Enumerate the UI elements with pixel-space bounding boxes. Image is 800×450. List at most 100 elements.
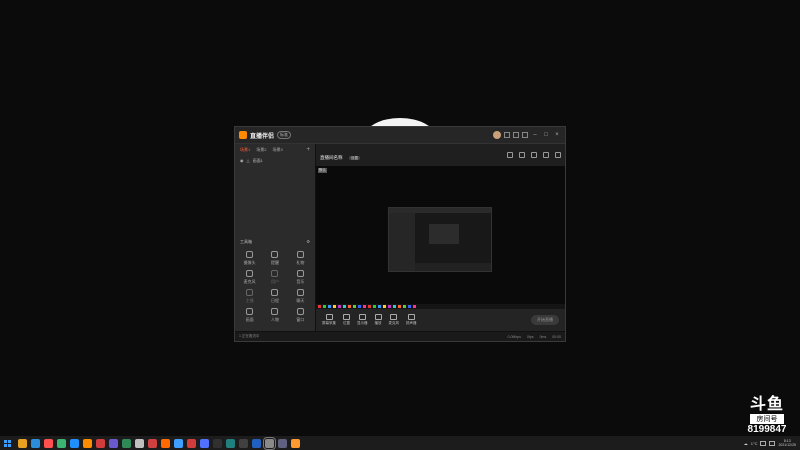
taskbar-app-icon[interactable] (226, 438, 235, 448)
tool-chat[interactable]: 聊天 (289, 289, 312, 304)
network-icon[interactable] (760, 440, 767, 446)
tool-bell[interactable]: 提醒 (263, 251, 286, 266)
taskbar: ☁ 1°C 8:13 2021/12/25 (0, 436, 800, 450)
tool-window[interactable]: 窗口 (289, 308, 312, 323)
toolbox-settings-icon[interactable]: ⚙ (306, 239, 310, 245)
taskbar-app-icon[interactable] (70, 438, 79, 448)
bell-icon[interactable] (543, 152, 549, 158)
version-dropdown[interactable]: 标准 (277, 131, 292, 139)
maximize-button[interactable]: □ (542, 132, 550, 138)
status-bar: 1 正在推流中 0.0Mbps 0fps 0ms 00:00 (235, 331, 565, 341)
calendar-icon (271, 289, 279, 296)
monitor-button[interactable]: 显示器 (357, 314, 368, 326)
tool-label: 主播 (245, 298, 254, 303)
tool-label: 用户 (270, 279, 279, 284)
tool-screen[interactable]: 画面 (238, 308, 261, 323)
avatar[interactable] (493, 131, 501, 139)
windows-start-icon[interactable] (4, 439, 11, 447)
taskbar-app-icon[interactable] (263, 436, 276, 450)
settings-icon[interactable] (504, 132, 510, 138)
share-icon[interactable] (555, 152, 561, 158)
tool-gift[interactable]: 礼物 (289, 251, 312, 266)
taskbar-app-icon[interactable] (44, 438, 53, 448)
minimize-button[interactable]: – (531, 132, 539, 138)
tool-camera[interactable]: 摄像头 (238, 251, 261, 266)
taskbar-app-icon[interactable] (291, 438, 300, 448)
add-scene-button[interactable]: + (306, 147, 310, 153)
taskbar-app-icon[interactable] (109, 438, 118, 448)
watermark-room-number: 8199847 (747, 424, 787, 435)
record-icon[interactable] (507, 152, 513, 158)
lock-icon[interactable] (519, 152, 525, 158)
left-panel: 场景1 场景2 场景3 + ◉ △ 画面1 工具箱 ⚙ 摄像头 提醒 礼物 麦克… (235, 144, 316, 331)
main-panel: 直播间名称 设置 游戏 0 0 0 默认 (316, 144, 565, 331)
tool-person[interactable]: 人物 (263, 308, 286, 323)
mic-button[interactable]: 麦克风 (389, 314, 399, 326)
play-icon (374, 314, 382, 320)
taskbar-app-icon[interactable] (200, 438, 209, 448)
tool-label: 提醒 (270, 260, 279, 265)
preview-canvas[interactable]: 默认 (316, 166, 565, 304)
bell-icon (271, 251, 279, 258)
speaker-button[interactable]: 扬声器 (406, 314, 417, 326)
room-actions (507, 152, 561, 158)
gift-icon (296, 251, 304, 258)
system-tray: ☁ 1°C 8:13 2021/12/25 (744, 439, 796, 447)
clock[interactable]: 8:13 2021/12/25 (778, 439, 796, 447)
status-message: 1 正在推流中 (239, 334, 260, 338)
taskbar-app-icon[interactable] (213, 438, 222, 448)
play-button[interactable]: 播放 (374, 314, 382, 326)
captured-content (429, 224, 459, 244)
chat-icon (296, 289, 304, 296)
location-button[interactable]: 位置 (343, 314, 350, 326)
room-title[interactable]: 直播间名称 (320, 155, 343, 160)
toolbox-header: 工具箱 ⚙ (235, 237, 315, 247)
taskbar-app-icon[interactable] (18, 438, 27, 448)
taskbar-app-icon[interactable] (252, 438, 261, 448)
taskbar-app-icon[interactable] (174, 438, 183, 448)
taskbar-app-icon[interactable] (278, 438, 287, 448)
room-settings-badge[interactable]: 设置 (348, 156, 360, 160)
tool-people[interactable]: 主播 (238, 289, 261, 304)
taskbar-app-icon[interactable] (161, 438, 170, 448)
tool-calendar[interactable]: 日程 (263, 289, 286, 304)
scene-item[interactable]: ◉ △ 画面1 (235, 156, 315, 166)
layout-icon[interactable] (531, 152, 537, 158)
screen-share-button[interactable]: 屏幕采集 (322, 314, 336, 326)
volume-icon[interactable] (769, 440, 776, 446)
tool-label: 礼物 (296, 260, 305, 265)
status-latency: 0ms (539, 334, 547, 339)
lock-icon[interactable]: △ (247, 158, 250, 164)
taskbar-app-icon[interactable] (187, 438, 196, 448)
temperature: 1°C (750, 440, 758, 446)
scene-item-label: 画面1 (252, 158, 263, 163)
taskbar-app-icon[interactable] (148, 438, 157, 448)
message-icon[interactable] (513, 132, 519, 138)
tool-mic[interactable]: 麦克风 (238, 270, 261, 285)
taskbar-app-icon[interactable] (135, 438, 144, 448)
close-button[interactable]: × (553, 132, 561, 138)
tool-label: 人物 (270, 317, 279, 322)
weather-icon[interactable]: ☁ (744, 441, 748, 446)
taskbar-app-icon[interactable] (122, 438, 131, 448)
start-live-button[interactable]: 开始直播 (531, 315, 559, 325)
control-label: 扬声器 (406, 321, 417, 325)
tool-user[interactable]: 用户 (263, 270, 286, 285)
eye-icon[interactable]: ◉ (240, 158, 244, 164)
tab-scene-2[interactable]: 场景2 (256, 147, 266, 153)
menu-icon[interactable] (522, 132, 528, 138)
title-bar: 直播伴侣 标准 – □ × (235, 127, 565, 144)
app-logo-icon (239, 131, 247, 139)
tab-scene-3[interactable]: 场景3 (272, 147, 282, 153)
taskbar-app-icon[interactable] (31, 438, 40, 448)
control-bar: 屏幕采集 位置 显示器 播放 麦克风 扬声器 开始直播 (316, 309, 565, 331)
taskbar-app-icon[interactable] (83, 438, 92, 448)
tab-scene-1[interactable]: 场景1 (240, 147, 250, 153)
taskbar-apps (18, 436, 300, 450)
taskbar-app-icon[interactable] (57, 438, 66, 448)
status-bitrate: 0.0Mbps (507, 334, 521, 339)
taskbar-app-icon[interactable] (239, 438, 248, 448)
tool-music[interactable]: 音乐 (289, 270, 312, 285)
taskbar-app-icon[interactable] (96, 438, 105, 448)
control-label: 显示器 (357, 321, 368, 325)
